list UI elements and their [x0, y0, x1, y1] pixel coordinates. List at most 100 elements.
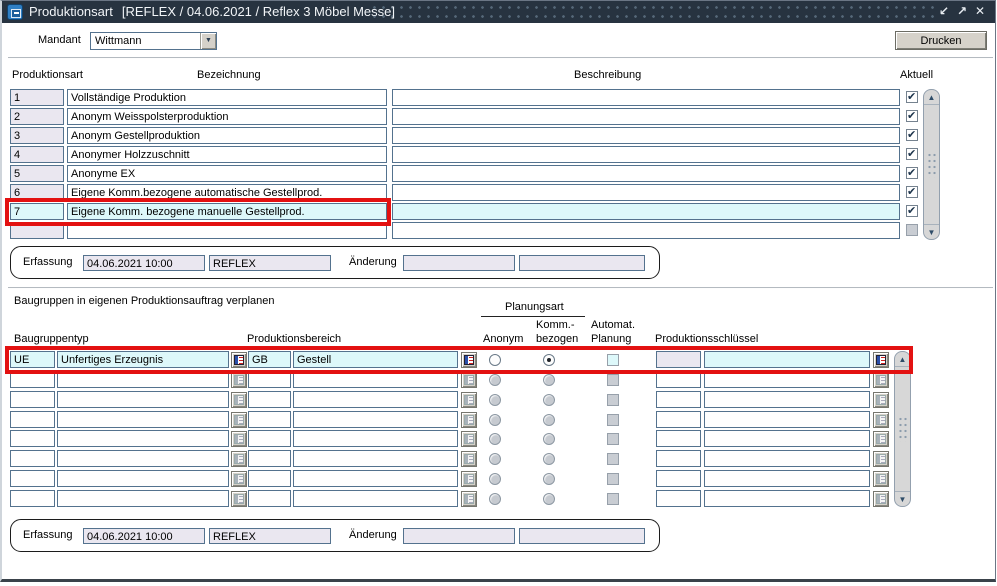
- produktionsschluessel-code-field[interactable]: [656, 430, 701, 447]
- produktionsbereich-code-field[interactable]: [248, 450, 291, 467]
- produktionsbereich-name-field[interactable]: [293, 450, 458, 467]
- beschreibung-cell[interactable]: [392, 203, 900, 220]
- produktionsschluessel-name-field[interactable]: [704, 411, 870, 428]
- lov-button[interactable]: [231, 392, 247, 408]
- bezeichnung-cell[interactable]: Anonym Gestellproduktion: [67, 127, 387, 144]
- komm-bezogen-radio[interactable]: [543, 374, 555, 386]
- aktuell-checkbox[interactable]: [906, 110, 918, 122]
- produktionsart-cell[interactable]: 1: [10, 89, 64, 106]
- lov-button[interactable]: [873, 471, 889, 487]
- produktionsart-cell[interactable]: 3: [10, 127, 64, 144]
- produktionsschluessel-name-field[interactable]: [704, 430, 870, 447]
- automat-planung-checkbox[interactable]: [607, 433, 619, 445]
- chevron-down-icon[interactable]: ▼: [200, 33, 216, 49]
- automat-planung-checkbox[interactable]: [607, 414, 619, 426]
- close-icon[interactable]: ✕: [973, 4, 987, 19]
- anonym-radio[interactable]: [489, 453, 501, 465]
- anonym-radio[interactable]: [489, 473, 501, 485]
- produktionsbereich-code-field[interactable]: [248, 411, 291, 428]
- anonym-radio[interactable]: [489, 493, 501, 505]
- baugruppentyp-code-field[interactable]: [10, 470, 55, 487]
- baugruppentyp-name-field[interactable]: [57, 470, 229, 487]
- lov-button[interactable]: [461, 491, 477, 507]
- produktionsbereich-name-field[interactable]: [293, 411, 458, 428]
- produktionsschluessel-code-field[interactable]: [656, 450, 701, 467]
- lov-button[interactable]: [873, 372, 889, 388]
- produktionsbereich-code-field[interactable]: [248, 470, 291, 487]
- bezeichnung-cell[interactable]: Anonymer Holzzuschnitt: [67, 146, 387, 163]
- mandant-select[interactable]: Wittmann ▼: [90, 32, 217, 50]
- baugruppentyp-name-field[interactable]: [57, 430, 229, 447]
- beschreibung-cell[interactable]: [392, 127, 900, 144]
- automat-planung-checkbox[interactable]: [607, 493, 619, 505]
- scrollbar-thumb[interactable]: [924, 105, 939, 224]
- baugruppentyp-code-field[interactable]: [10, 450, 55, 467]
- produktionsbereich-name-field[interactable]: [293, 391, 458, 408]
- anonym-radio[interactable]: [489, 433, 501, 445]
- baugruppentyp-name-field[interactable]: [57, 411, 229, 428]
- produktionsschluessel-name-field[interactable]: [704, 490, 870, 507]
- baugruppentyp-name-field[interactable]: [57, 490, 229, 507]
- produktionsbereich-code-field[interactable]: [248, 430, 291, 447]
- scroll-down-icon[interactable]: ▼: [924, 224, 939, 239]
- automat-planung-checkbox[interactable]: [607, 394, 619, 406]
- beschreibung-cell[interactable]: [392, 146, 900, 163]
- produktionsbereich-code-field[interactable]: [248, 391, 291, 408]
- bezeichnung-cell[interactable]: Vollständige Produktion: [67, 89, 387, 106]
- lov-button[interactable]: [461, 392, 477, 408]
- komm-bezogen-radio[interactable]: [543, 453, 555, 465]
- komm-bezogen-radio[interactable]: [543, 493, 555, 505]
- lov-button[interactable]: [873, 431, 889, 447]
- beschreibung-cell[interactable]: [392, 222, 900, 239]
- baugruppentyp-code-field[interactable]: [10, 430, 55, 447]
- produktionsschluessel-name-field[interactable]: [704, 391, 870, 408]
- produktionsart-cell[interactable]: 4: [10, 146, 64, 163]
- lov-button[interactable]: [873, 392, 889, 408]
- beschreibung-cell[interactable]: [392, 184, 900, 201]
- lov-button[interactable]: [461, 471, 477, 487]
- minimize-icon[interactable]: ↙: [937, 4, 951, 19]
- aktuell-checkbox[interactable]: [906, 186, 918, 198]
- scrollbar-thumb[interactable]: [895, 367, 910, 491]
- lov-button[interactable]: [461, 412, 477, 428]
- lov-button[interactable]: [231, 471, 247, 487]
- baugruppentyp-name-field[interactable]: [57, 450, 229, 467]
- produktionsbereich-name-field[interactable]: [293, 430, 458, 447]
- anonym-radio[interactable]: [489, 374, 501, 386]
- lov-button[interactable]: [873, 491, 889, 507]
- produktionsschluessel-code-field[interactable]: [656, 391, 701, 408]
- lov-button[interactable]: [873, 412, 889, 428]
- baugruppentyp-name-field[interactable]: [57, 391, 229, 408]
- produktionsbereich-name-field[interactable]: [293, 470, 458, 487]
- anonym-radio[interactable]: [489, 394, 501, 406]
- aktuell-checkbox[interactable]: [906, 91, 918, 103]
- komm-bezogen-radio[interactable]: [543, 414, 555, 426]
- komm-bezogen-radio[interactable]: [543, 433, 555, 445]
- bezeichnung-cell[interactable]: Anonym Weisspolsterproduktion: [67, 108, 387, 125]
- aktuell-checkbox[interactable]: [906, 129, 918, 141]
- produktionsart-cell[interactable]: 2: [10, 108, 64, 125]
- lov-button[interactable]: [461, 372, 477, 388]
- komm-bezogen-radio[interactable]: [543, 394, 555, 406]
- beschreibung-cell[interactable]: [392, 165, 900, 182]
- drucken-button[interactable]: Drucken: [895, 31, 987, 50]
- lov-button[interactable]: [461, 431, 477, 447]
- komm-bezogen-radio[interactable]: [543, 473, 555, 485]
- produktionsschluessel-name-field[interactable]: [704, 470, 870, 487]
- aktuell-checkbox[interactable]: [906, 148, 918, 160]
- beschreibung-cell[interactable]: [392, 108, 900, 125]
- automat-planung-checkbox[interactable]: [607, 473, 619, 485]
- maximize-icon[interactable]: ↗: [955, 4, 969, 19]
- scrollbar[interactable]: ▲ ▼: [923, 89, 940, 240]
- lov-button[interactable]: [461, 451, 477, 467]
- baugruppentyp-code-field[interactable]: [10, 391, 55, 408]
- produktionsschluessel-code-field[interactable]: [656, 490, 701, 507]
- aktuell-checkbox[interactable]: [906, 205, 918, 217]
- anonym-radio[interactable]: [489, 414, 501, 426]
- baugruppentyp-code-field[interactable]: [10, 411, 55, 428]
- beschreibung-cell[interactable]: [392, 89, 900, 106]
- lov-button[interactable]: [231, 431, 247, 447]
- scrollbar[interactable]: ▲ ▼: [894, 351, 911, 507]
- lov-button[interactable]: [231, 412, 247, 428]
- produktionsschluessel-code-field[interactable]: [656, 470, 701, 487]
